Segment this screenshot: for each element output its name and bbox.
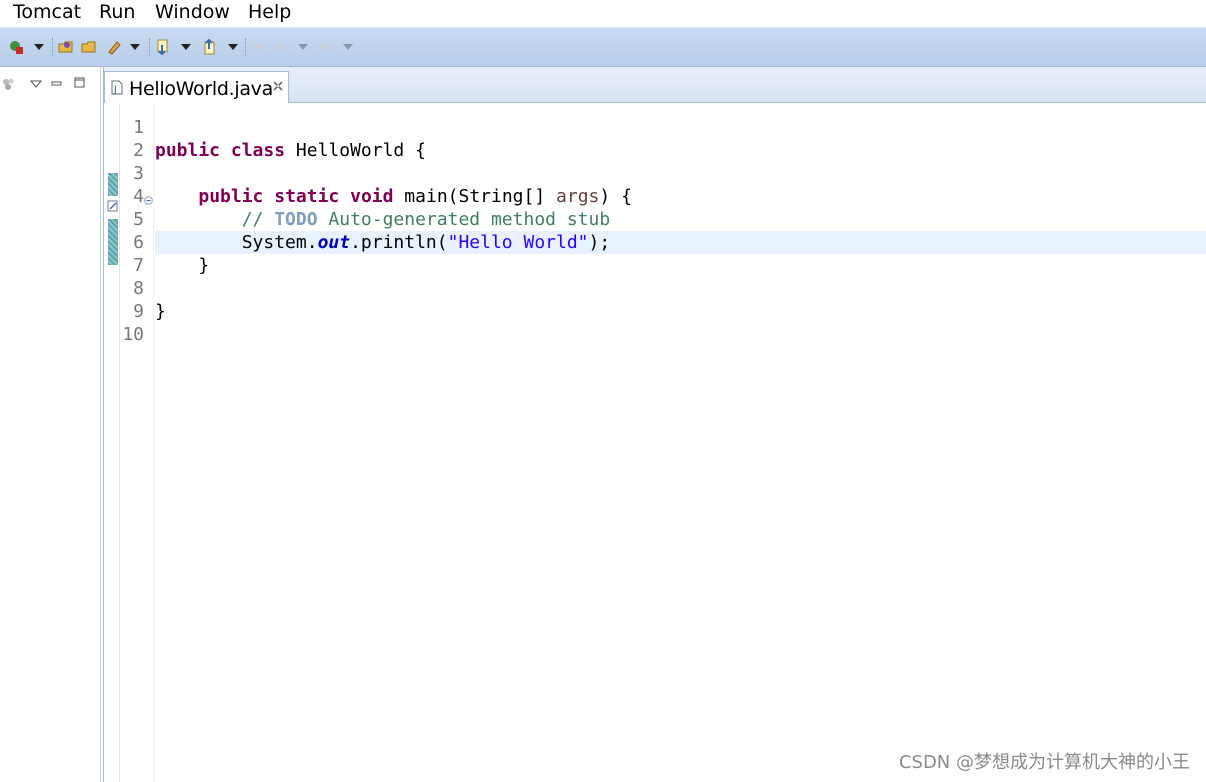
code-token: public [155, 140, 221, 161]
back-icon[interactable] [250, 39, 266, 55]
close-icon[interactable] [272, 79, 284, 91]
dropdown-arrow-icon[interactable] [179, 39, 193, 55]
view-icon[interactable] [2, 77, 16, 96]
code-line[interactable]: public class HelloWorld { [155, 139, 1206, 162]
line-number: 4 [133, 186, 144, 207]
code-token: ); [588, 232, 611, 253]
code-line[interactable] [155, 162, 1206, 185]
code-token: ) { [599, 186, 632, 207]
code-editor[interactable]: public class HelloWorld { public static … [155, 103, 1206, 782]
dropdown-arrow-icon[interactable] [296, 39, 310, 55]
edit-pen-icon[interactable] [106, 39, 122, 55]
menu-window[interactable]: Window [155, 1, 230, 23]
toolbar-separator [245, 38, 246, 56]
toolbar-separator [149, 38, 150, 56]
code-token: System. [155, 232, 318, 253]
line-number-gutter: 1 2 3 4 5 6 7 8 9 10 [120, 103, 154, 782]
line-number: 2 [133, 140, 144, 161]
tab-label: HelloWorld.java [129, 78, 273, 100]
code-line-current[interactable]: System.out.println("Hello World"); [155, 231, 1206, 254]
line-number: 8 [133, 278, 144, 299]
line-number: 3 [133, 163, 144, 184]
line-number: 10 [122, 324, 144, 345]
line-number: 7 [133, 255, 144, 276]
toolbar-separator [52, 38, 53, 56]
dropdown-arrow-icon[interactable] [32, 39, 46, 55]
menu-run[interactable]: Run [99, 1, 135, 23]
code-line[interactable] [155, 116, 1206, 139]
code-line[interactable]: // TODO Auto-generated method stub [155, 208, 1206, 231]
code-line[interactable] [155, 277, 1206, 300]
line-number: 1 [133, 117, 144, 138]
code-token: args [556, 186, 600, 207]
code-line[interactable]: public static void main(String[] args) { [155, 185, 1206, 208]
new-server-icon[interactable] [8, 39, 24, 55]
code-token: static [274, 186, 340, 207]
minimize-icon[interactable] [51, 76, 63, 94]
editor-area: J HelloWorld.java 1 2 3 4 5 6 7 8 9 10 public cla… [103, 67, 1206, 782]
code-token: main(String[] [393, 186, 557, 207]
view-menu-icon[interactable] [29, 76, 43, 94]
code-token: out [317, 232, 351, 253]
code-token: Auto-generated method stub [317, 209, 611, 230]
next-annotation-icon[interactable] [155, 39, 171, 55]
editor-tab-strip: J HelloWorld.java [104, 67, 1206, 103]
menu-tomcat[interactable]: Tomcat [13, 1, 81, 23]
dropdown-arrow-icon[interactable] [341, 39, 355, 55]
code-token: } [155, 255, 210, 276]
collapse-icon[interactable] [144, 192, 153, 205]
open-resource-icon[interactable] [81, 39, 97, 55]
watermark: CSDN @梦想成为计算机大神的小王 [898, 752, 1190, 773]
left-view-panel [0, 67, 101, 782]
forward-icon[interactable] [318, 39, 334, 55]
code-token: .println( [350, 232, 448, 253]
code-token: class [230, 140, 286, 161]
dropdown-arrow-icon[interactable] [128, 39, 142, 55]
tab-helloworld-java[interactable]: J HelloWorld.java [104, 71, 289, 103]
svg-text:J: J [113, 85, 117, 95]
java-file-icon: J [111, 80, 123, 95]
code-token: TODO [274, 209, 318, 230]
line-number: 5 [133, 209, 144, 230]
menu-help[interactable]: Help [248, 1, 291, 23]
code-line[interactable]: } [155, 254, 1206, 277]
code-token: HelloWorld { [285, 140, 426, 161]
code-line[interactable]: } [155, 300, 1206, 323]
code-token: } [155, 301, 166, 322]
code-token: public [198, 186, 264, 207]
maximize-icon[interactable] [74, 76, 86, 94]
menu-bar: Tomcat Run Window Help [0, 0, 1206, 27]
dropdown-arrow-icon[interactable] [226, 39, 240, 55]
code-token: // [241, 209, 275, 230]
code-token: "Hello World" [447, 232, 589, 253]
previous-annotation-icon[interactable] [202, 39, 218, 55]
code-token: void [350, 186, 394, 207]
line-number: 9 [133, 301, 144, 322]
open-type-icon[interactable] [58, 39, 74, 55]
line-number: 6 [133, 232, 144, 253]
code-line[interactable] [155, 323, 1206, 346]
back-icon[interactable] [273, 39, 289, 55]
main-toolbar [0, 27, 1206, 67]
